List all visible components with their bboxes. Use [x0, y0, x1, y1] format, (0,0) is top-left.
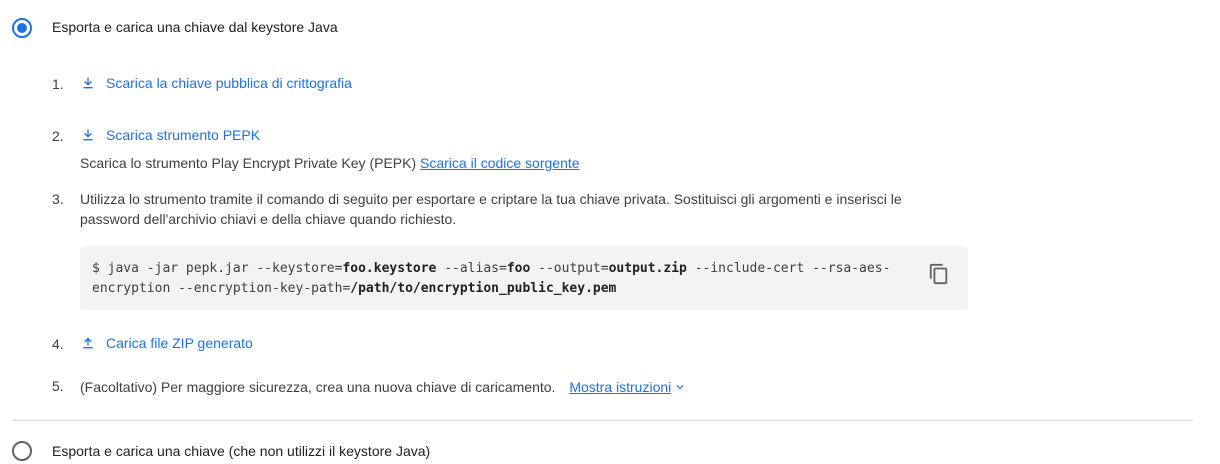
code-arg-output: output.zip — [608, 261, 687, 276]
download-pepk-link[interactable]: Scarica strumento PEPK — [80, 127, 260, 143]
download-icon — [83, 77, 93, 89]
radio-java-keystore[interactable] — [12, 18, 32, 38]
step-2-number: 2. — [52, 128, 64, 144]
code-arg-alias: foo — [506, 261, 531, 276]
upload-zip-link[interactable]: Carica file ZIP generato — [80, 335, 253, 351]
download-public-key-label: Scarica la chiave pubblica di crittograf… — [106, 75, 352, 91]
download-icon — [83, 129, 93, 141]
download-public-key-link[interactable]: Scarica la chiave pubblica di crittograf… — [80, 75, 352, 91]
step-1-number: 1. — [52, 76, 64, 92]
option-java-keystore-label[interactable]: Esporta e carica una chiave dal keystore… — [52, 19, 338, 35]
step-5-row: (Facoltativo) Per maggiore sicurezza, cr… — [80, 377, 687, 397]
chevron-down-icon — [676, 385, 684, 390]
step-5-text: (Facoltativo) Per maggiore sicurezza, cr… — [80, 379, 556, 395]
pepk-description: Scarica lo strumento Play Encrypt Privat… — [80, 153, 580, 173]
pepk-description-text: Scarica lo strumento Play Encrypt Privat… — [80, 155, 417, 171]
copy-icon[interactable] — [928, 263, 950, 285]
code-part-1: $ java -jar pepk.jar --keystore= — [92, 261, 343, 276]
code-part-3: --output= — [530, 261, 609, 276]
code-arg-key-path: /path/to/encryption_public_key.pem — [350, 281, 617, 296]
download-source-link[interactable]: Scarica il codice sorgente — [420, 155, 580, 171]
section-divider — [12, 420, 1193, 421]
download-pepk-label: Scarica strumento PEPK — [106, 127, 261, 143]
step-4-number: 4. — [52, 336, 64, 352]
upload-zip-label: Carica file ZIP generato — [106, 335, 253, 351]
upload-icon — [83, 337, 93, 349]
step-5-number: 5. — [52, 378, 64, 394]
show-instructions-label: Mostra istruzioni — [569, 379, 672, 395]
step-3-instructions: Utilizza lo strumento tramite il comando… — [80, 191, 902, 227]
option-non-java-keystore-label[interactable]: Esporta e carica una chiave (che non uti… — [52, 443, 430, 459]
show-instructions-link[interactable]: Mostra istruzioni — [569, 377, 687, 397]
step-3-number: 3. — [52, 191, 64, 207]
code-arg-keystore: foo.keystore — [342, 261, 437, 276]
pepk-command-block: $ java -jar pepk.jar --keystore=foo.keys… — [80, 246, 968, 310]
code-part-2: --alias= — [436, 261, 507, 276]
radio-non-java-keystore[interactable] — [12, 441, 32, 461]
